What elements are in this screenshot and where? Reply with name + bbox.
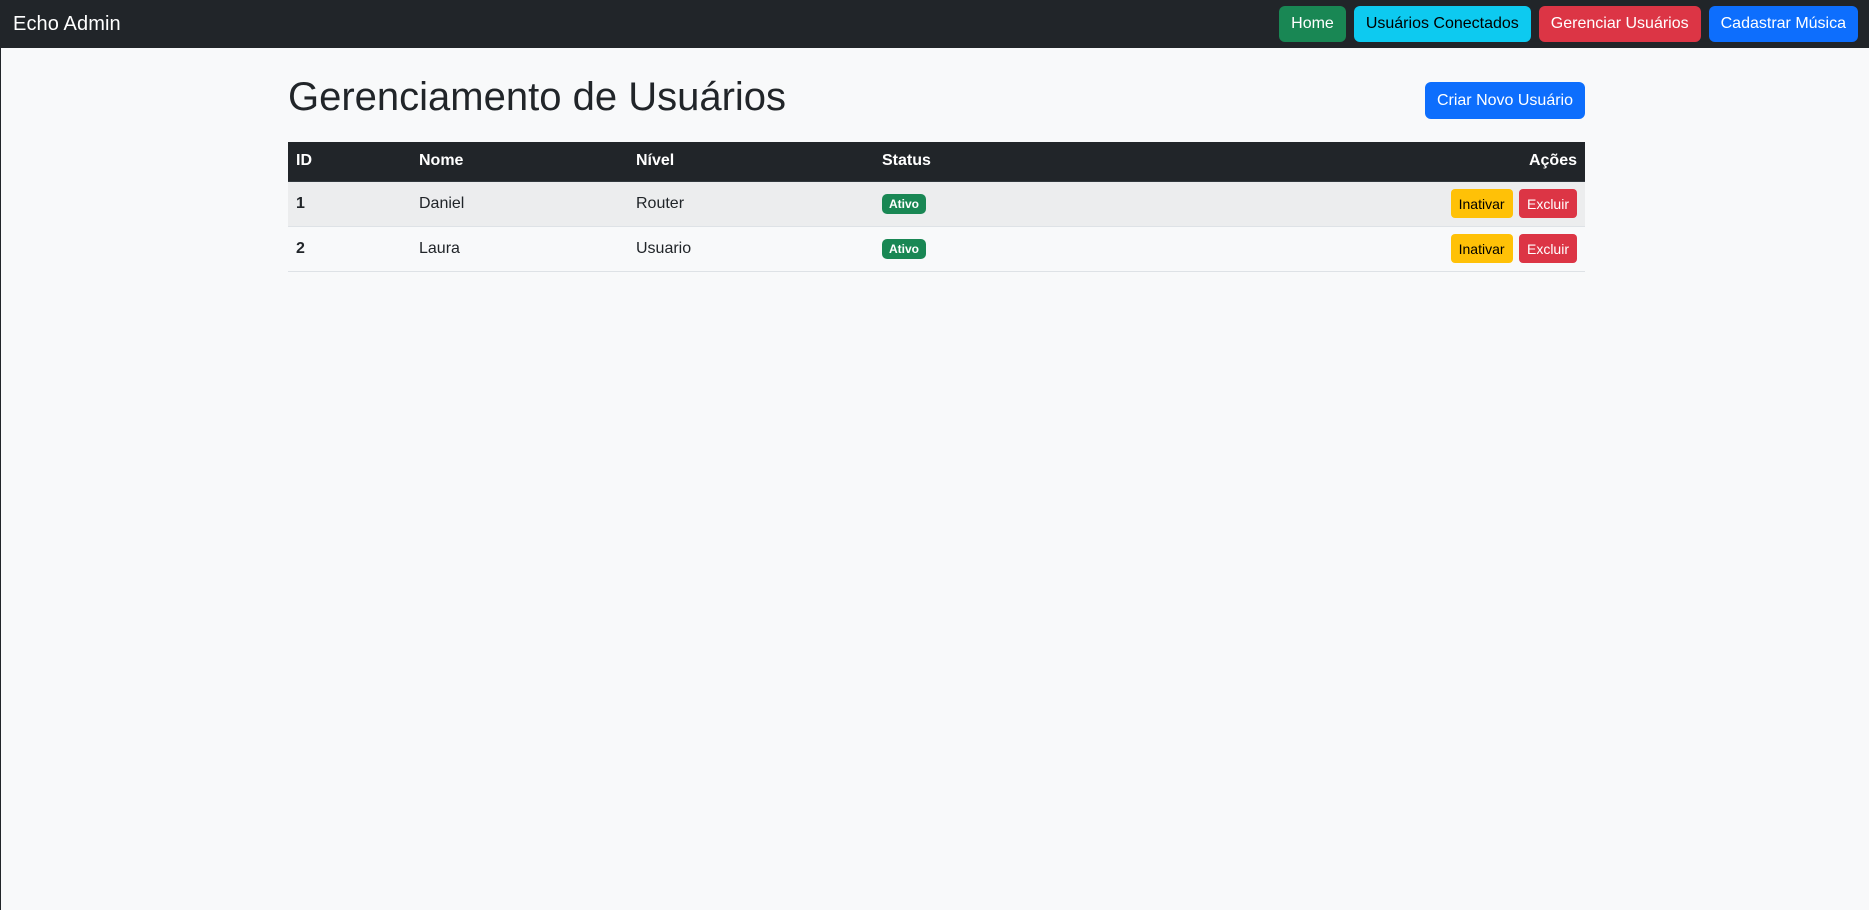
header-status: Status (874, 142, 1174, 182)
connected-users-button[interactable]: Usuários Conectados (1353, 6, 1531, 42)
users-table: ID Nome Nível Status Ações 1 Daniel Rout… (288, 142, 1585, 272)
cell-id: 1 (288, 181, 411, 227)
page-title: Gerenciamento de Usuários (288, 75, 787, 119)
cell-nome: Laura (411, 226, 628, 272)
navbar-brand[interactable]: Echo Admin (13, 13, 121, 36)
cell-actions: Inativar Excluir (1174, 181, 1585, 227)
status-badge: Ativo (882, 193, 926, 214)
cell-status: Ativo (874, 226, 1174, 272)
deactivate-button[interactable]: Inativar (1450, 189, 1513, 218)
cell-id: 2 (288, 226, 411, 272)
table-row: 2 Laura Usuario Ativo Inativar Excluir (288, 226, 1585, 272)
cell-status: Ativo (874, 181, 1174, 227)
header-id: ID (288, 142, 411, 182)
page-header: Gerenciamento de Usuários Criar Novo Usu… (288, 48, 1585, 141)
deactivate-button[interactable]: Inativar (1450, 234, 1513, 263)
table-header-row: ID Nome Nível Status Ações (288, 142, 1585, 182)
status-badge: Ativo (882, 238, 926, 259)
header-nome: Nome (411, 142, 628, 182)
page: Echo Admin Home Usuários Conectados Gere… (0, 0, 1869, 910)
main-content: Gerenciamento de Usuários Criar Novo Usu… (288, 48, 1585, 272)
home-button[interactable]: Home (1279, 6, 1346, 42)
table-header: ID Nome Nível Status Ações (288, 142, 1585, 182)
cell-nivel: Usuario (628, 226, 874, 272)
table-body: 1 Daniel Router Ativo Inativar Excluir 2… (288, 181, 1585, 272)
cell-nivel: Router (628, 181, 874, 227)
header-acoes: Ações (1174, 142, 1585, 182)
top-navbar: Echo Admin Home Usuários Conectados Gere… (1, 0, 1869, 48)
header-nivel: Nível (628, 142, 874, 182)
manage-users-button[interactable]: Gerenciar Usuários (1538, 6, 1701, 42)
cell-actions: Inativar Excluir (1174, 226, 1585, 272)
register-music-button[interactable]: Cadastrar Música (1708, 6, 1858, 42)
delete-button[interactable]: Excluir (1518, 189, 1577, 218)
delete-button[interactable]: Excluir (1518, 234, 1577, 263)
table-row: 1 Daniel Router Ativo Inativar Excluir (288, 181, 1585, 227)
navbar-buttons: Home Usuários Conectados Gerenciar Usuár… (1279, 6, 1858, 42)
create-user-button[interactable]: Criar Novo Usuário (1424, 82, 1585, 119)
cell-nome: Daniel (411, 181, 628, 227)
